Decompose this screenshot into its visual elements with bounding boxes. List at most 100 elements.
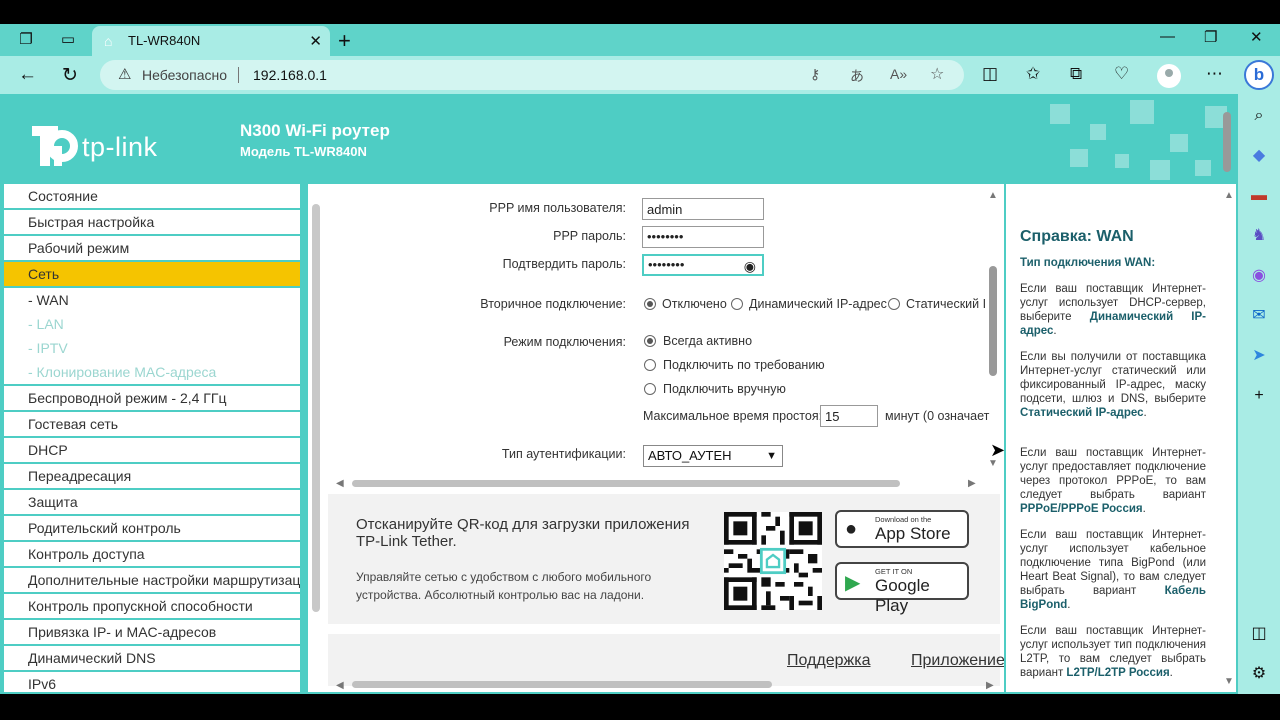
submenu-item-lan[interactable]: - LAN [4, 312, 300, 336]
outlook-icon[interactable]: ✉ [1249, 306, 1269, 326]
send-icon[interactable]: ➤ [1249, 346, 1269, 366]
submenu-item-mac-clone[interactable]: - Клонирование MAC-адреса [4, 360, 300, 384]
secondary-disabled-radio[interactable] [644, 298, 656, 310]
menu-item-ip-mac-binding[interactable]: Привязка IP- и MAC-адресов [4, 620, 300, 644]
menu-item-network[interactable]: Сеть [4, 262, 300, 286]
office-icon[interactable]: ◉ [1249, 266, 1269, 286]
menu-item-security[interactable]: Защита [4, 490, 300, 514]
menu-item-wireless[interactable]: Беспроводной режим - 2,4 ГГц [4, 386, 300, 410]
menu-item-access-control[interactable]: Контроль доступа [4, 542, 300, 566]
browser-essentials-icon[interactable]: ♡ [1114, 64, 1129, 84]
menu-item-parental-control[interactable]: Родительский контроль [4, 516, 300, 540]
close-tab-icon[interactable]: ✕ [309, 32, 322, 50]
secondary-static-ip-radio[interactable] [888, 298, 900, 310]
browser-tab[interactable]: ⌂ TL-WR840N ✕ [92, 26, 330, 56]
secondary-dynamic-ip-radio[interactable] [731, 298, 743, 310]
mode-on-demand-label[interactable]: Подключить по требованию [663, 358, 825, 372]
content-frame: PPP имя пользователя: PPP пароль: ••••••… [308, 184, 1004, 692]
scroll-right-arrow-icon[interactable]: ▶ [968, 478, 976, 489]
menu-item-guest-network[interactable]: Гостевая сеть [4, 412, 300, 436]
edge-sidebar: ⌕ ◆ ▬ ♞ ◉ ✉ ➤ + ◫ ⚙ [1238, 94, 1280, 694]
url-text[interactable]: 192.168.0.1 [253, 67, 327, 83]
search-icon[interactable]: ⌕ [1249, 106, 1269, 126]
confirm-password-input[interactable]: •••••••• ◉ [642, 254, 764, 276]
page-scroll-left-arrow-icon[interactable]: ◀ [336, 680, 344, 691]
split-screen-icon[interactable]: ◫ [982, 64, 998, 84]
chevron-down-icon: ▼ [766, 450, 777, 462]
settings-gear-icon[interactable]: ⚙ [1249, 664, 1269, 684]
key-icon[interactable]: ⚷ [810, 66, 820, 83]
mode-on-demand-radio[interactable] [644, 359, 656, 371]
favorites-icon[interactable]: ✩ [1026, 64, 1040, 84]
ppp-password-label: PPP пароль: [553, 229, 626, 243]
confirm-password-label: Подтвердить пароль: [502, 257, 626, 271]
tab-actions-icon[interactable]: ▭ [58, 30, 78, 50]
back-icon[interactable]: ← [18, 64, 37, 86]
shopping-tag-icon[interactable]: ◆ [1249, 146, 1269, 166]
idle-time-input[interactable] [820, 405, 878, 427]
app-link[interactable]: Приложение [911, 652, 1004, 670]
auth-type-select[interactable]: АВТО_АУТЕН ▼ [643, 445, 783, 467]
tools-briefcase-icon[interactable]: ▬ [1249, 186, 1269, 206]
address-bar[interactable]: ⚠ Небезопасно 192.168.0.1 ⚷ あ A» ☆ [100, 60, 964, 90]
secondary-dynamic-ip-label[interactable]: Динамический IP-адрес [749, 297, 887, 311]
refresh-icon[interactable]: ↻ [62, 64, 78, 87]
help-scroll-up-arrow-icon[interactable]: ▲ [1224, 190, 1234, 201]
ppp-password-input[interactable]: •••••••• [642, 226, 764, 248]
translate-icon[interactable]: あ [850, 66, 864, 86]
app-store-button[interactable]: ● Download on the App Store [835, 510, 969, 548]
scroll-up-arrow-icon[interactable]: ▲ [988, 190, 998, 201]
page-horizontal-scrollbar[interactable] [352, 681, 772, 688]
minimize-icon[interactable]: — [1160, 28, 1175, 45]
mode-manual-radio[interactable] [644, 383, 656, 395]
profile-avatar[interactable] [1157, 64, 1181, 88]
insecure-label[interactable]: Небезопасно [142, 67, 227, 83]
show-password-eye-icon[interactable]: ◉ [744, 257, 756, 275]
help-title: Справка: WAN [1020, 228, 1134, 245]
sidebar-toggle-icon[interactable]: ◫ [1249, 624, 1269, 644]
submenu-item-wan[interactable]: - WAN [4, 288, 300, 312]
google-play-icon: ▶ [845, 572, 861, 594]
tether-app-promo: Отсканируйте QR-код для загрузки приложе… [328, 494, 1000, 624]
help-paragraph-dynamic: Если ваш поставщик Интернет-услуг исполь… [1020, 283, 1206, 337]
more-menu-icon[interactable]: ⋯ [1206, 64, 1223, 84]
google-play-button[interactable]: ▶ GET IT ON Google Play [835, 562, 969, 615]
menu-item-status[interactable]: Состояние [4, 184, 300, 208]
secondary-static-ip-label[interactable]: Статический I [906, 297, 986, 311]
form-vertical-scrollbar[interactable] [989, 266, 997, 376]
mode-manual-label[interactable]: Подключить вручную [663, 382, 786, 396]
read-aloud-icon[interactable]: A» [890, 66, 907, 82]
ppp-username-label: PPP имя пользователя: [489, 201, 626, 215]
collections-icon[interactable]: ⧉ [1070, 64, 1082, 84]
secondary-disabled-label[interactable]: Отключено [662, 297, 727, 311]
form-horizontal-scrollbar[interactable] [352, 480, 900, 487]
warning-icon[interactable]: ⚠ [118, 65, 131, 83]
close-window-icon[interactable]: ✕ [1250, 28, 1263, 46]
restore-icon[interactable]: ❐ [1204, 28, 1217, 46]
menu-item-advanced-routing[interactable]: Дополнительные настройки маршрутизации [4, 568, 300, 592]
main-menu: Состояние Быстрая настройка Рабочий режи… [4, 184, 300, 692]
mode-always-on-radio[interactable] [644, 335, 656, 347]
submenu-item-iptv[interactable]: - IPTV [4, 336, 300, 360]
menu-item-operation-mode[interactable]: Рабочий режим [4, 236, 300, 260]
page-scroll-right-arrow-icon[interactable]: ▶ [986, 680, 994, 691]
new-tab-button[interactable]: + [338, 28, 351, 54]
menu-item-bandwidth-control[interactable]: Контроль пропускной способности [4, 594, 300, 618]
support-link[interactable]: Поддержка [787, 652, 870, 670]
menu-item-ipv6[interactable]: IPv6 [4, 672, 300, 692]
add-sidebar-icon[interactable]: + [1249, 386, 1269, 406]
help-vertical-scrollbar[interactable] [1223, 112, 1231, 172]
content-outer-vertical-scrollbar[interactable] [312, 204, 320, 612]
mode-always-on-label[interactable]: Всегда активно [663, 334, 752, 348]
help-scroll-down-arrow-icon[interactable]: ▼ [1224, 676, 1234, 687]
menu-item-forwarding[interactable]: Переадресация [4, 464, 300, 488]
scroll-left-arrow-icon[interactable]: ◀ [336, 478, 344, 489]
workspaces-icon[interactable]: ❐ [16, 30, 36, 50]
menu-item-dynamic-dns[interactable]: Динамический DNS [4, 646, 300, 670]
menu-item-quick-setup[interactable]: Быстрая настройка [4, 210, 300, 234]
menu-item-dhcp[interactable]: DHCP [4, 438, 300, 462]
games-icon[interactable]: ♞ [1249, 226, 1269, 246]
copilot-icon[interactable]: b [1244, 60, 1274, 90]
ppp-username-input[interactable] [642, 198, 764, 220]
favorite-star-icon[interactable]: ☆ [930, 64, 944, 84]
